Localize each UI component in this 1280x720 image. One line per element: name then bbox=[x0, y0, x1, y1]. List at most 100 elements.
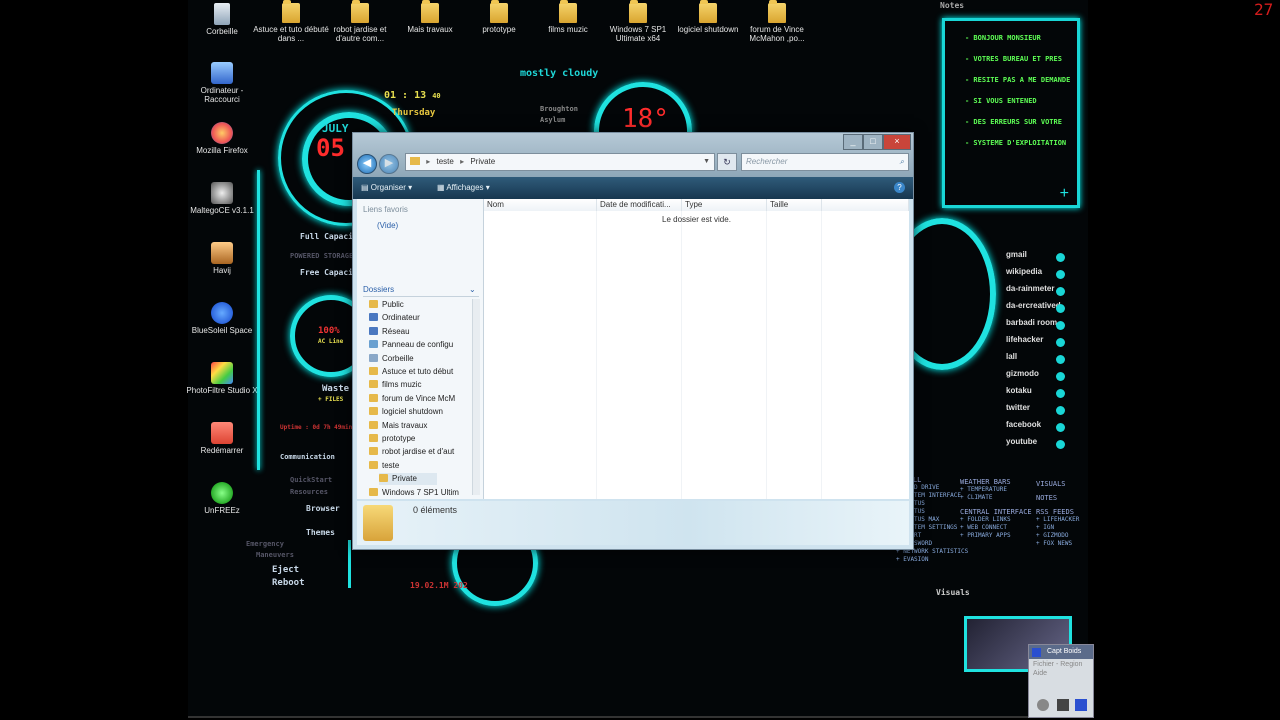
column-header[interactable]: Type bbox=[682, 199, 767, 211]
breadcrumb-private[interactable]: Private bbox=[470, 157, 495, 166]
tree-item[interactable]: robot jardise et d'aut bbox=[369, 446, 454, 458]
panel-entry[interactable]: + LIFEHACKER bbox=[1036, 516, 1079, 524]
tree-item[interactable]: prototype bbox=[369, 433, 415, 445]
link-da-rainmeter[interactable]: da-rainmeter bbox=[1006, 284, 1054, 293]
maltego-icon bbox=[211, 182, 233, 204]
themes-link[interactable]: Themes bbox=[306, 528, 335, 537]
tree-item[interactable]: logiciel shutdown bbox=[369, 406, 443, 418]
refresh-button[interactable]: ↻ bbox=[717, 153, 737, 171]
minimize-button[interactable]: _ bbox=[843, 134, 863, 150]
panel-entry[interactable]: RSS FEEDS bbox=[1036, 508, 1079, 516]
desktop-icon-6[interactable]: Windows 7 SP1 Ultimate x64 bbox=[600, 0, 676, 43]
tree-item[interactable]: films muzic bbox=[369, 379, 422, 391]
mini-circle-icon[interactable] bbox=[1037, 699, 1049, 711]
tree-item[interactable]: teste bbox=[369, 460, 399, 472]
search-input[interactable]: Rechercher ⌕ bbox=[741, 153, 909, 171]
tree-item[interactable]: Réseau bbox=[369, 326, 410, 338]
tree-item[interactable]: Corbeille bbox=[369, 353, 414, 365]
desktop-shortcut-7[interactable]: UnFREEz bbox=[184, 482, 260, 515]
column-header[interactable]: Taille bbox=[767, 199, 822, 211]
address-dropdown-icon[interactable]: ▼ bbox=[703, 154, 710, 170]
communication[interactable]: Communication bbox=[280, 453, 335, 461]
link-youtube[interactable]: youtube bbox=[1006, 437, 1037, 446]
desktop-shortcut-5[interactable]: PhotoFiltre Studio X bbox=[184, 362, 260, 395]
tree-item[interactable]: Windows 7 SP1 Ultim bbox=[369, 487, 459, 499]
desktop-icon-3[interactable]: Mais travaux bbox=[392, 0, 468, 34]
desktop-shortcut-0[interactable]: Ordinateur - Raccourci bbox=[184, 62, 260, 104]
column-header[interactable]: Date de modificati... bbox=[597, 199, 682, 211]
mini-menu-file[interactable]: Fichier bbox=[1033, 661, 1054, 668]
link-facebook[interactable]: facebook bbox=[1006, 420, 1041, 429]
quickstart[interactable]: QuickStart bbox=[290, 476, 332, 484]
mini-menu-region[interactable]: Region bbox=[1060, 661, 1082, 668]
desktop-shortcut-4[interactable]: BlueSoleil Space bbox=[184, 302, 260, 335]
desktop-icon-8[interactable]: forum de Vince McMahon ,po... bbox=[739, 0, 815, 43]
link-barbadi-room[interactable]: barbadi room bbox=[1006, 318, 1057, 327]
tree-scrollbar[interactable] bbox=[472, 299, 480, 495]
back-button[interactable]: ◀ bbox=[357, 154, 377, 174]
panel-entry[interactable]: + EVASION bbox=[896, 556, 968, 564]
tree-item[interactable]: Ordinateur bbox=[369, 312, 420, 324]
panel-entry[interactable]: CENTRAL INTERFACE bbox=[960, 508, 1032, 516]
panel-entry[interactable]: NOTES bbox=[1036, 494, 1079, 502]
maximize-button[interactable]: □ bbox=[863, 134, 883, 150]
panel-entry[interactable]: + FOX NEWS bbox=[1036, 540, 1079, 548]
panel-entry[interactable]: WEATHER BARS bbox=[960, 478, 1032, 486]
link-gmail[interactable]: gmail bbox=[1006, 250, 1027, 259]
explorer-window[interactable]: _ □ × ◀ ▶ ▸ teste ▸ Private ▼ ↻ Recherch… bbox=[352, 132, 914, 550]
file-list[interactable]: Nom Date de modificati... Type Taille Le do… bbox=[484, 199, 909, 499]
desktop-icon-5[interactable]: films muzic bbox=[530, 0, 606, 34]
panel-entry[interactable]: VISUALS bbox=[1036, 480, 1079, 488]
resources[interactable]: Resources bbox=[290, 488, 328, 496]
panel-entry[interactable]: + PRIMARY APPS bbox=[960, 532, 1032, 540]
panel-entry[interactable]: + CLIMATE bbox=[960, 494, 1032, 502]
desktop-icon-4[interactable]: prototype bbox=[461, 0, 537, 34]
tree-item[interactable]: Mais travaux bbox=[369, 420, 427, 432]
desktop-shortcut-1[interactable]: Mozilla Firefox bbox=[184, 122, 260, 155]
panel-entry[interactable]: + IGN bbox=[1036, 524, 1079, 532]
folders-title[interactable]: Dossiers bbox=[363, 285, 394, 294]
mini-menu-help[interactable]: Aide bbox=[1029, 670, 1093, 677]
explorer-titlebar[interactable]: _ □ × ◀ ▶ ▸ teste ▸ Private ▼ ↻ Recherch… bbox=[353, 133, 913, 177]
tree-item[interactable]: Private bbox=[379, 473, 437, 486]
tree-item[interactable]: Panneau de configu bbox=[369, 339, 453, 351]
mini-window[interactable]: Capt Boids Fichier - Region Aide bbox=[1028, 644, 1094, 718]
close-button[interactable]: × bbox=[883, 134, 911, 150]
folders-collapse-icon[interactable]: ⌄ bbox=[469, 285, 476, 294]
link-wikipedia[interactable]: wikipedia bbox=[1006, 267, 1042, 276]
link-da-ercreatived[interactable]: da-ercreatived bbox=[1006, 301, 1061, 310]
panel-entry[interactable]: + TEMPERATURE bbox=[960, 486, 1032, 494]
views-button[interactable]: ▦ Affichages ▾ bbox=[437, 181, 490, 195]
breadcrumb-teste[interactable]: teste bbox=[436, 157, 453, 166]
link-lifehacker[interactable]: lifehacker bbox=[1006, 335, 1043, 344]
desktop-icon-2[interactable]: robot jardise et d'autre com... bbox=[322, 0, 398, 43]
tree-item[interactable]: forum de Vince McM bbox=[369, 393, 455, 405]
organize-button[interactable]: ▤ Organiser ▾ bbox=[361, 181, 412, 195]
desktop-icon-7[interactable]: logiciel shutdown bbox=[670, 0, 746, 34]
panel-entry[interactable]: + GIZMODO bbox=[1036, 532, 1079, 540]
help-icon[interactable]: ? bbox=[894, 182, 905, 193]
desktop-shortcut-6[interactable]: Redémarrer bbox=[184, 422, 260, 455]
desktop-icon-0[interactable]: Corbeille bbox=[184, 3, 260, 36]
column-header[interactable]: Nom bbox=[484, 199, 597, 211]
link-lall[interactable]: lall bbox=[1006, 352, 1017, 361]
panel-entry[interactable]: + FOLDER LINKS bbox=[960, 516, 1032, 524]
mini-square-icon[interactable] bbox=[1057, 699, 1069, 711]
forward-button[interactable]: ▶ bbox=[379, 154, 399, 174]
eject-button[interactable]: Eject bbox=[272, 565, 299, 575]
desktop-shortcut-3[interactable]: Havij bbox=[184, 242, 260, 275]
tree-item[interactable]: Astuce et tuto début bbox=[369, 366, 453, 378]
reboot-button[interactable]: Reboot bbox=[272, 578, 305, 588]
address-bar[interactable]: ▸ teste ▸ Private ▼ bbox=[405, 153, 715, 171]
browser-link[interactable]: Browser bbox=[306, 504, 340, 513]
panel-entry[interactable]: + WEB CONNECT bbox=[960, 524, 1032, 532]
notes-add-button[interactable]: + bbox=[1060, 185, 1069, 203]
link-gizmodo[interactable]: gizmodo bbox=[1006, 369, 1039, 378]
favorites-empty[interactable]: (Vide) bbox=[377, 221, 398, 230]
mini-window-icon[interactable] bbox=[1075, 699, 1087, 711]
desktop-icon-1[interactable]: Astuce et tuto débuté dans ... bbox=[253, 0, 329, 43]
link-kotaku[interactable]: kotaku bbox=[1006, 386, 1032, 395]
link-twitter[interactable]: twitter bbox=[1006, 403, 1030, 412]
tree-item[interactable]: Public bbox=[369, 299, 404, 311]
desktop-shortcut-2[interactable]: MaltegoCE v3.1.1 bbox=[184, 182, 260, 215]
